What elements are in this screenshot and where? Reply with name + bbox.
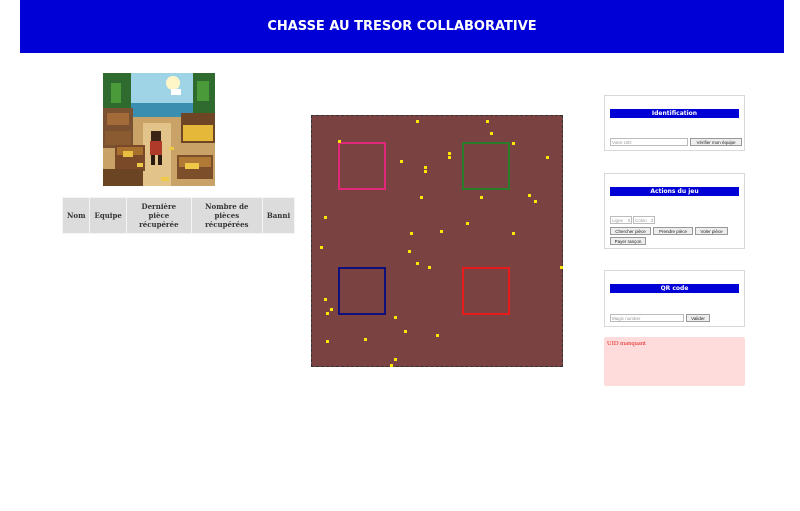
column-header-equipe: Equipe bbox=[89, 197, 127, 234]
gold-coin bbox=[330, 308, 333, 311]
gold-coin bbox=[364, 338, 367, 341]
game-actions-title: Actions du jeu bbox=[610, 187, 739, 196]
gold-coin bbox=[400, 160, 403, 163]
spinner-icon: ⇕ bbox=[650, 218, 654, 223]
gold-coin bbox=[420, 196, 423, 199]
gold-coin bbox=[560, 266, 563, 269]
team-zone-pink bbox=[338, 142, 386, 190]
gold-coin bbox=[440, 230, 443, 233]
gold-coin bbox=[428, 266, 431, 269]
gold-coin bbox=[448, 156, 451, 159]
qr-code-title: QR code bbox=[610, 284, 739, 293]
gold-coin bbox=[416, 262, 419, 265]
column-header-nom: Nom bbox=[61, 197, 91, 234]
gold-coin bbox=[424, 170, 427, 173]
gold-coin bbox=[512, 232, 515, 235]
column-header-nombre-pieces: Nombre de pièces récupérées bbox=[190, 197, 263, 234]
spinner-icon: ⇕ bbox=[627, 218, 631, 223]
gold-coin bbox=[424, 166, 427, 169]
team-zone-red bbox=[462, 267, 510, 315]
steal-coin-button[interactable]: Voler pièce bbox=[695, 227, 728, 235]
gold-coin bbox=[512, 142, 515, 145]
row-placeholder: Ligne bbox=[612, 218, 624, 223]
gold-coin bbox=[324, 298, 327, 301]
game-actions-panel: Actions du jeu Ligne ⇕ Colon ⇕ Chercher pi… bbox=[604, 173, 745, 249]
gold-coin bbox=[416, 120, 419, 123]
gold-coin bbox=[436, 334, 439, 337]
gold-coin bbox=[324, 216, 327, 219]
gold-coin bbox=[466, 222, 469, 225]
validate-button[interactable]: Valider bbox=[686, 314, 710, 322]
status-message: UID manquant bbox=[607, 340, 646, 347]
treasure-island-picture bbox=[103, 73, 215, 186]
gold-coin bbox=[546, 156, 549, 159]
team-zone-blue bbox=[338, 267, 386, 315]
gold-coin bbox=[486, 120, 489, 123]
identification-panel: Identification Votre UID Vérifier mon éq… bbox=[604, 95, 745, 151]
gold-coin bbox=[410, 232, 413, 235]
page-title: CHASSE AU TRESOR COLLABORATIVE bbox=[267, 19, 537, 34]
verify-team-button[interactable]: Vérifier mon équipe bbox=[690, 138, 742, 146]
gold-coin bbox=[528, 194, 531, 197]
players-table: Nom Equipe Dernière pièce récupérée Nomb… bbox=[61, 197, 296, 234]
column-input[interactable]: Colon ⇕ bbox=[633, 216, 655, 224]
gold-coin bbox=[408, 250, 411, 253]
status-message-box: UID manquant bbox=[604, 337, 745, 386]
gold-coin bbox=[326, 340, 329, 343]
gold-coin bbox=[320, 246, 323, 249]
gold-coin bbox=[390, 364, 393, 367]
pay-ransom-button[interactable]: Payer rançon bbox=[610, 237, 646, 245]
gold-coin bbox=[448, 152, 451, 155]
gold-coin bbox=[338, 140, 341, 143]
column-placeholder: Colon bbox=[635, 218, 647, 223]
row-input[interactable]: Ligne ⇕ bbox=[610, 216, 632, 224]
gold-coin bbox=[394, 358, 397, 361]
uid-input[interactable]: Votre UID bbox=[610, 138, 688, 146]
gold-coin bbox=[394, 316, 397, 319]
magic-number-input[interactable]: Magic number bbox=[610, 314, 684, 322]
gold-coin bbox=[490, 132, 493, 135]
take-coin-button[interactable]: Prendre pièce bbox=[653, 227, 693, 235]
column-header-banni: Banni bbox=[261, 197, 296, 234]
column-header-derniere-piece: Dernière pièce récupérée bbox=[125, 197, 192, 234]
game-board[interactable] bbox=[311, 115, 563, 367]
search-coin-button[interactable]: Chercher pièce bbox=[610, 227, 651, 235]
header-banner: CHASSE AU TRESOR COLLABORATIVE bbox=[20, 0, 784, 53]
gold-coin bbox=[404, 330, 407, 333]
gold-coin bbox=[534, 200, 537, 203]
gold-coin bbox=[326, 312, 329, 315]
team-zone-green bbox=[462, 142, 510, 190]
qr-code-panel: QR code Magic number Valider bbox=[604, 270, 745, 327]
identification-title: Identification bbox=[610, 109, 739, 118]
gold-coin bbox=[480, 196, 483, 199]
